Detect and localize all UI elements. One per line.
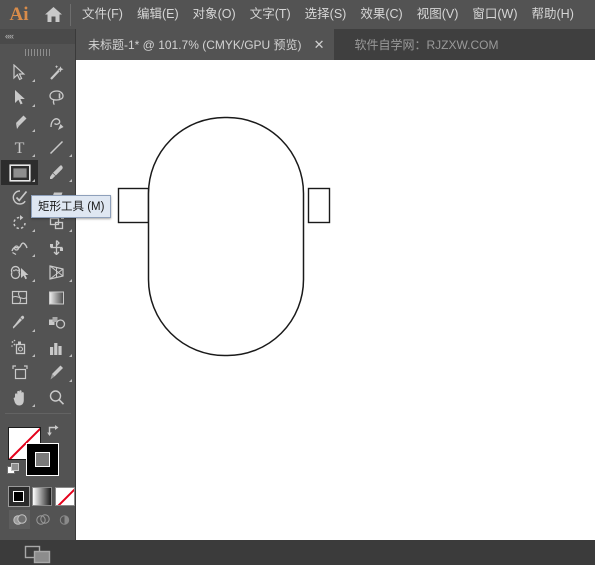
right-ear-rectangle[interactable] (307, 187, 331, 224)
direct-selection-tool-icon[interactable] (1, 85, 38, 110)
menu-file[interactable]: 文件(F) (75, 0, 130, 29)
tool-flyout-corner (32, 179, 35, 182)
menu-type[interactable]: 文字(T) (243, 0, 298, 29)
change-screen-mode-button[interactable] (0, 543, 75, 565)
fill-stroke-controls (0, 423, 75, 485)
zoom-tool-icon[interactable] (38, 385, 75, 410)
menu-window[interactable]: 窗口(W) (465, 0, 524, 29)
tool-flyout-corner (32, 104, 35, 107)
document-tab-title: 未标题-1* @ 101.7% (CMYK/GPU 预览) (88, 38, 302, 52)
shape-builder-tool-icon[interactable] (1, 260, 38, 285)
free-transform-tool-icon[interactable] (38, 235, 75, 260)
tool-flyout-corner (32, 79, 35, 82)
tools-grid: T (0, 60, 75, 417)
tools-divider (5, 413, 71, 414)
tool-flyout-corner (32, 279, 35, 282)
rectangle-tool-icon[interactable] (1, 160, 38, 185)
tool-flyout-corner (69, 379, 72, 382)
color-mode-buttons (0, 486, 75, 507)
app-logo: Ai (9, 4, 29, 25)
tool-flyout-corner (69, 354, 72, 357)
document-tab[interactable]: 未标题-1* @ 101.7% (CMYK/GPU 预览) ✕ (76, 29, 335, 60)
mesh-tool-icon[interactable] (1, 285, 38, 310)
tool-flyout-corner (32, 404, 35, 407)
menu-effect[interactable]: 效果(C) (353, 0, 409, 29)
close-icon[interactable]: ✕ (314, 38, 325, 51)
tool-tooltip: 矩形工具 (M) (31, 195, 112, 218)
color-mode-swatch (13, 491, 25, 502)
menu-bar: Ai 文件(F) 编辑(E) 对象(O) 文字(T) 选择(S) 效果(C) 视… (0, 0, 595, 29)
draw-behind-button[interactable] (32, 510, 53, 529)
tool-flyout-corner (69, 179, 72, 182)
gradient-tool-icon[interactable] (38, 285, 75, 310)
document-tab-bar: 未标题-1* @ 101.7% (CMYK/GPU 预览) ✕ 软件自学网：RJ… (76, 29, 595, 60)
illustrator-window: Ai 文件(F) 编辑(E) 对象(O) 文字(T) 选择(S) 效果(C) 视… (0, 0, 595, 564)
hand-tool-icon[interactable] (1, 385, 38, 410)
tool-flyout-corner (69, 279, 72, 282)
home-icon[interactable] (38, 6, 68, 23)
stroke-swatch-inner (35, 452, 50, 467)
type-tool-icon[interactable]: T (1, 135, 38, 160)
menu-object[interactable]: 对象(O) (186, 0, 243, 29)
column-graph-tool-icon[interactable] (38, 335, 75, 360)
menu-help[interactable]: 帮助(H) (525, 0, 581, 29)
tool-flyout-corner (32, 254, 35, 257)
head-shape-artwork[interactable] (76, 60, 595, 540)
watermark-text: 软件自学网：RJZXW.COM (354, 38, 499, 52)
symbol-sprayer-tool-icon[interactable] (1, 335, 38, 360)
tool-flyout-corner (69, 229, 72, 232)
blend-tool-icon[interactable] (38, 310, 75, 335)
none-mode-button[interactable] (54, 487, 75, 506)
menu-select[interactable]: 选择(S) (298, 0, 354, 29)
draw-normal-button[interactable] (9, 510, 30, 529)
svg-text:T: T (15, 140, 25, 156)
tool-flyout-corner (69, 154, 72, 157)
tools-panel-header[interactable]: «« (0, 29, 75, 44)
draw-mode-buttons (0, 510, 75, 529)
eyedropper-tool-icon[interactable] (1, 310, 38, 335)
menu-view[interactable]: 视图(V) (410, 0, 466, 29)
selection-tool-icon[interactable] (1, 60, 38, 85)
tool-flyout-corner (32, 329, 35, 332)
left-ear-rectangle[interactable] (117, 187, 150, 224)
collapse-panel-icon[interactable]: «« (5, 32, 14, 41)
artboard-tool-icon[interactable] (1, 360, 38, 385)
default-fill-stroke-icon[interactable] (7, 463, 20, 481)
color-mode-button[interactable] (8, 486, 30, 507)
grip-lines-icon (24, 48, 51, 56)
curvature-tool-icon[interactable] (38, 110, 75, 135)
width-tool-icon[interactable] (1, 235, 38, 260)
line-segment-tool-icon[interactable] (38, 135, 75, 160)
lasso-tool-icon[interactable] (38, 85, 75, 110)
perspective-grid-tool-icon[interactable] (38, 260, 75, 285)
menu-divider (70, 3, 71, 26)
pen-tool-icon[interactable] (1, 110, 38, 135)
artboard-canvas[interactable] (76, 60, 595, 540)
tool-flyout-corner (32, 229, 35, 232)
tool-flyout-corner (32, 129, 35, 132)
tool-flyout-corner (32, 154, 35, 157)
head-rounded-rectangle[interactable] (147, 116, 305, 357)
menu-edit[interactable]: 编辑(E) (130, 0, 186, 29)
slice-tool-icon[interactable] (38, 360, 75, 385)
tools-panel-grip[interactable] (0, 44, 75, 60)
swap-fill-stroke-icon[interactable] (46, 424, 60, 442)
magic-wand-tool-icon[interactable] (38, 60, 75, 85)
paintbrush-tool-icon[interactable] (38, 160, 75, 185)
draw-inside-button[interactable] (54, 510, 75, 529)
tools-panel: «« T (0, 29, 76, 564)
gradient-mode-button[interactable] (31, 487, 52, 506)
stroke-swatch[interactable] (26, 443, 59, 476)
tool-flyout-corner (32, 354, 35, 357)
